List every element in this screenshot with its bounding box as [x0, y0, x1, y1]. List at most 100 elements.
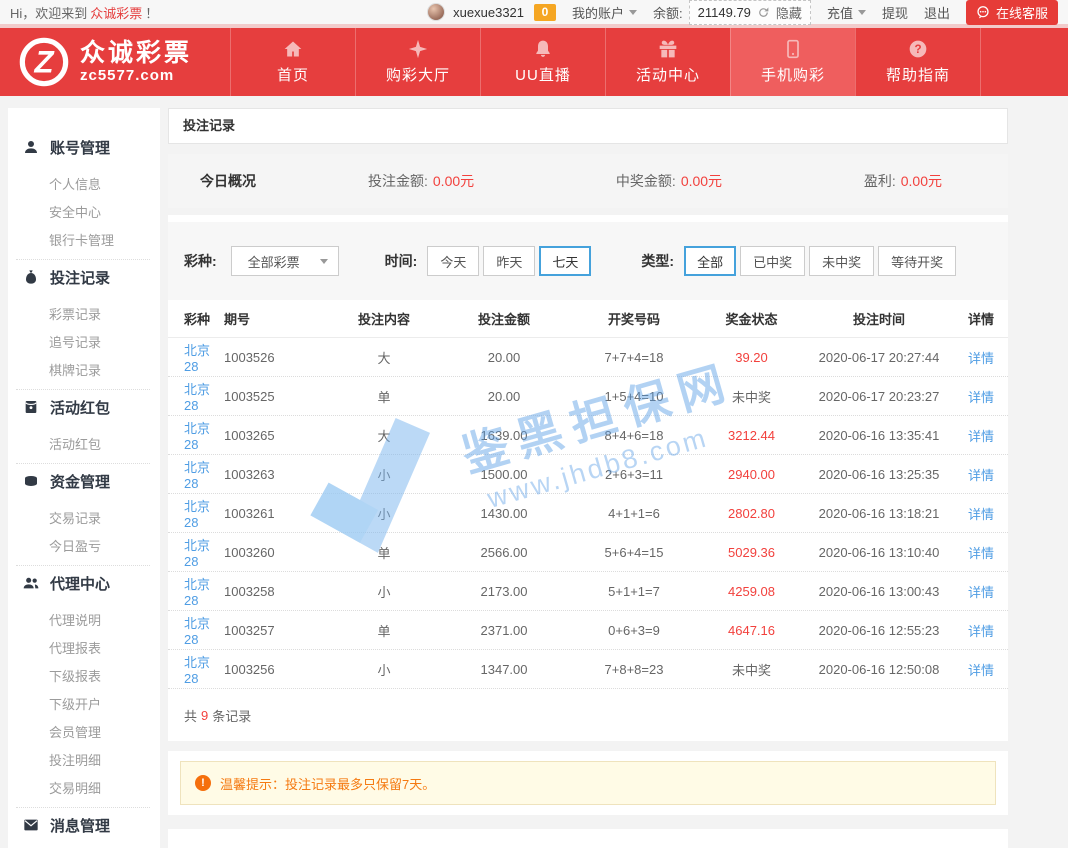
my-account-menu[interactable]: 我的账户 — [572, 3, 637, 22]
cell-issue: 1003258 — [224, 584, 324, 599]
cell-lottery[interactable]: 北京28 — [168, 574, 224, 608]
sidebar-divider — [16, 389, 150, 390]
nav-item-3[interactable]: UU直播 — [480, 28, 605, 96]
sidebar-item[interactable]: 下级开户 — [8, 691, 160, 719]
detail-link[interactable]: 详情 — [968, 546, 994, 561]
cell-lottery[interactable]: 北京28 — [168, 613, 224, 647]
sidebar-item[interactable]: 今日盈亏 — [8, 533, 160, 561]
cell-prize-status: 4259.08 — [704, 584, 799, 599]
sidebar-item[interactable]: 棋牌记录 — [8, 357, 160, 385]
cell-draw-result: 5+1+1=7 — [564, 584, 704, 599]
sidebar-item[interactable]: 会员管理 — [8, 719, 160, 747]
column-header: 投注时间 — [799, 309, 959, 328]
hide-balance-link[interactable]: 隐藏 — [776, 3, 802, 22]
chevron-down-icon — [629, 10, 637, 15]
cell-bet-time: 2020-06-16 13:35:41 — [799, 428, 959, 443]
cell-detail: 详情 — [959, 504, 1008, 523]
sidebar-item[interactable]: 代理说明 — [8, 607, 160, 635]
sidebar-section-title[interactable]: 账号管理 — [8, 133, 160, 161]
sidebar-item[interactable]: 交易明细 — [8, 775, 160, 803]
sidebar-section-label: 投注记录 — [50, 267, 110, 288]
time-filter-button[interactable]: 今天 — [427, 246, 479, 276]
message-count-badge[interactable]: 0 — [534, 4, 556, 21]
refresh-icon[interactable] — [757, 6, 770, 19]
cell-bet-amount: 2566.00 — [444, 545, 564, 560]
detail-link[interactable]: 详情 — [968, 663, 994, 678]
detail-link[interactable]: 详情 — [968, 624, 994, 639]
column-header: 期号 — [224, 309, 324, 328]
sidebar-item[interactable]: 交易记录 — [8, 505, 160, 533]
sidebar-item[interactable]: 安全中心 — [8, 199, 160, 227]
nav-item-1[interactable]: 首页 — [230, 28, 355, 96]
nav-item-2[interactable]: 购彩大厅 — [355, 28, 480, 96]
sidebar-item[interactable]: 彩票记录 — [8, 301, 160, 329]
sidebar: 账号管理个人信息安全中心银行卡管理投注记录彩票记录追号记录棋牌记录活动红包活动红… — [8, 108, 160, 848]
sidebar-item[interactable]: 追号记录 — [8, 329, 160, 357]
username[interactable]: xuexue3321 — [453, 5, 524, 20]
type-filter-button[interactable]: 未中奖 — [809, 246, 874, 276]
detail-link[interactable]: 详情 — [968, 507, 994, 522]
cell-draw-result: 8+4+6=18 — [564, 428, 704, 443]
cell-issue: 1003265 — [224, 428, 324, 443]
logout-link[interactable]: 退出 — [924, 3, 950, 22]
cell-draw-result: 5+6+4=15 — [564, 545, 704, 560]
sidebar-item[interactable]: 活动红包 — [8, 431, 160, 459]
time-filter-button[interactable]: 昨天 — [483, 246, 535, 276]
cell-lottery[interactable]: 北京28 — [168, 652, 224, 686]
cell-lottery[interactable]: 北京28 — [168, 379, 224, 413]
cell-bet-time: 2020-06-16 13:25:35 — [799, 467, 959, 482]
sidebar-section-title[interactable]: 投注记录 — [8, 263, 160, 291]
withdraw-link[interactable]: 提现 — [882, 3, 908, 22]
type-filter-button[interactable]: 已中奖 — [740, 246, 805, 276]
detail-link[interactable]: 详情 — [968, 429, 994, 444]
cell-detail: 详情 — [959, 660, 1008, 679]
chevron-down-icon — [320, 259, 328, 264]
nav-item-6[interactable]: ?帮助指南 — [855, 28, 980, 96]
cell-lottery[interactable]: 北京28 — [168, 535, 224, 569]
online-service-button[interactable]: 在线客服 — [966, 0, 1058, 25]
summary-items: 投注金额:0.00元中奖金额:0.00元盈利:0.00元 — [368, 171, 976, 191]
detail-link[interactable]: 详情 — [968, 390, 994, 405]
sidebar-item[interactable]: 个人信息 — [8, 171, 160, 199]
user-avatar[interactable] — [427, 3, 445, 21]
brand-link[interactable]: 众诚彩票 — [90, 6, 142, 21]
column-header: 投注内容 — [324, 309, 444, 328]
summary-item: 盈利:0.00元 — [864, 171, 942, 191]
cell-lottery[interactable]: 北京28 — [168, 340, 224, 374]
sidebar-item[interactable]: 银行卡管理 — [8, 227, 160, 255]
type-filter-button[interactable]: 等待开奖 — [878, 246, 956, 276]
recharge-menu[interactable]: 充值 — [827, 3, 866, 22]
sidebar-item[interactable]: 投注明细 — [8, 747, 160, 775]
agent-icon — [23, 575, 39, 591]
sidebar-item[interactable]: 代理报表 — [8, 635, 160, 663]
sidebar-section-label: 活动红包 — [50, 397, 110, 418]
sidebar-section-title[interactable]: 代理中心 — [8, 569, 160, 597]
cell-lottery[interactable]: 北京28 — [168, 457, 224, 491]
sidebar-section-title[interactable]: 活动红包 — [8, 393, 160, 421]
records-count: 共 9 条记录 — [168, 689, 1008, 741]
time-filter-button[interactable]: 七天 — [539, 246, 591, 276]
cell-lottery[interactable]: 北京28 — [168, 418, 224, 452]
cell-bet-time: 2020-06-16 12:55:23 — [799, 623, 959, 638]
service-label: 在线客服 — [996, 3, 1048, 22]
detail-link[interactable]: 详情 — [968, 585, 994, 600]
cell-bet-content: 大 — [324, 426, 444, 445]
sidebar-section-title[interactable]: 资金管理 — [8, 467, 160, 495]
cell-bet-amount: 20.00 — [444, 350, 564, 365]
type-filter-button[interactable]: 全部 — [684, 246, 736, 276]
cell-lottery[interactable]: 北京28 — [168, 496, 224, 530]
gift-icon — [658, 39, 678, 59]
filter-bar: 彩种: 全部彩票 时间: 今天昨天七天 类型: 全部已中奖未中奖等待开奖 — [168, 222, 1008, 300]
nav-item-5[interactable]: 手机购彩 — [730, 28, 855, 96]
site-logo[interactable]: Z 众诚彩票 zc5577.com — [0, 28, 230, 96]
cell-bet-time: 2020-06-16 13:10:40 — [799, 545, 959, 560]
detail-link[interactable]: 详情 — [968, 468, 994, 483]
sidebar-section-title[interactable]: 消息管理 — [8, 811, 160, 839]
sidebar-item[interactable]: 下级报表 — [8, 663, 160, 691]
detail-link[interactable]: 详情 — [968, 351, 994, 366]
cell-prize-status: 5029.36 — [704, 545, 799, 560]
sidebar-divider — [16, 259, 150, 260]
nav-item-4[interactable]: 活动中心 — [605, 28, 730, 96]
lottery-select[interactable]: 全部彩票 — [231, 246, 339, 276]
summary-value: 0.00元 — [901, 173, 942, 189]
